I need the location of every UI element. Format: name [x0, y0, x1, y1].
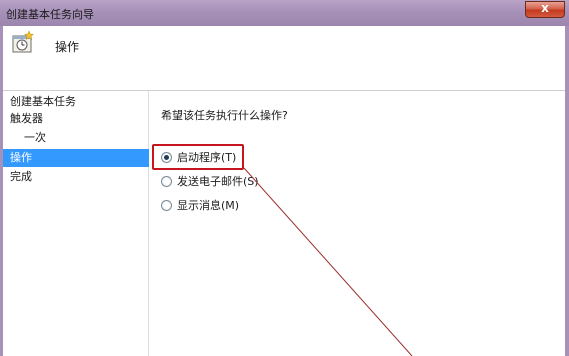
step-once[interactable]: 一次	[3, 129, 169, 147]
task-scheduler-icon	[12, 30, 35, 53]
step-label: 触发器	[10, 112, 43, 125]
step-label: 完成	[10, 170, 32, 183]
radio-label: 启动程序(T)	[177, 151, 237, 164]
wizard-header: 操作	[3, 26, 565, 90]
radio-button[interactable]	[161, 200, 172, 211]
radio-button[interactable]	[161, 152, 172, 163]
radio-start-program[interactable]: 启动程序(T)	[161, 149, 236, 167]
radio-button[interactable]	[161, 176, 172, 187]
step-create-basic-task[interactable]: 创建基本任务	[3, 93, 155, 111]
step-label: 创建基本任务	[10, 95, 76, 108]
radio-label: 发送电子邮件(S)	[177, 175, 259, 188]
window-title: 创建基本任务向导	[6, 8, 94, 21]
page-heading: 操作	[55, 40, 80, 54]
window-frame-right	[565, 26, 569, 356]
radio-send-email[interactable]: 发送电子邮件(S)	[161, 173, 259, 191]
close-icon: x	[541, 1, 549, 15]
close-button[interactable]: x	[525, 1, 565, 18]
radio-label: 显示消息(M)	[177, 199, 240, 212]
wizard-main-pane: 希望该任务执行什么操作? 启动程序(T) 发送电子邮件(S) 显示消息(M)	[149, 91, 565, 356]
radio-display-message[interactable]: 显示消息(M)	[161, 197, 239, 215]
step-action[interactable]: 操作	[3, 149, 155, 167]
title-bar[interactable]: 创建基本任务向导 x	[0, 0, 569, 26]
step-trigger[interactable]: 触发器	[3, 110, 155, 128]
action-question: 希望该任务执行什么操作?	[161, 109, 288, 122]
wizard-steps-pane: 创建基本任务 触发器 一次 操作 完成	[3, 91, 155, 356]
step-finish[interactable]: 完成	[3, 168, 155, 186]
step-label: 操作	[10, 151, 32, 164]
step-label: 一次	[24, 131, 46, 144]
